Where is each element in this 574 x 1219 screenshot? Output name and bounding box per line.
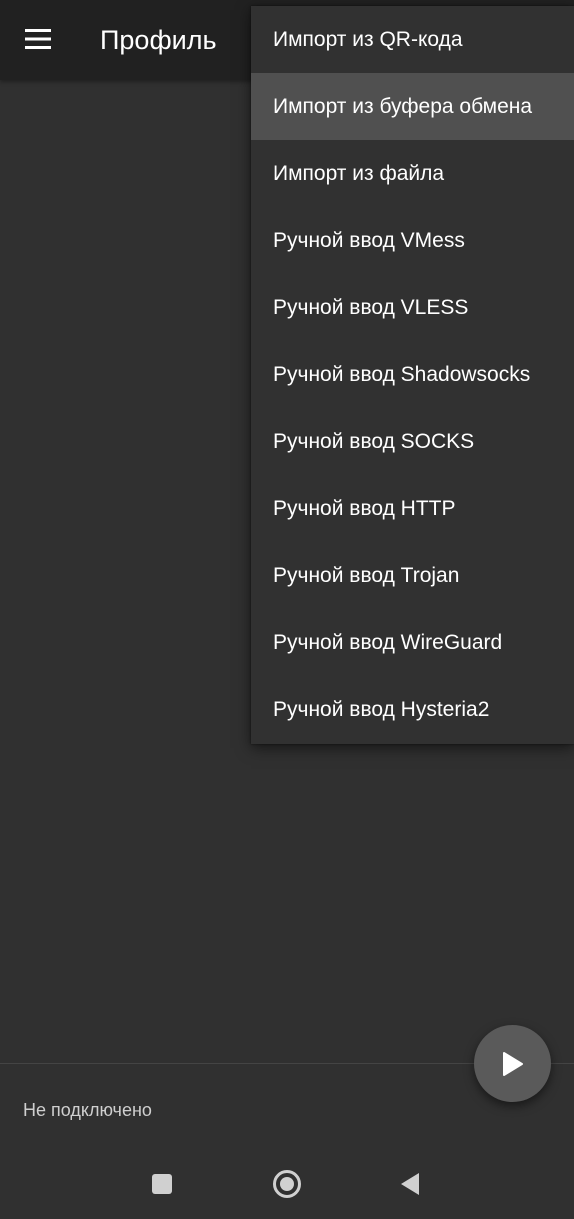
home-button[interactable] bbox=[269, 1166, 305, 1202]
system-nav-bar bbox=[0, 1150, 574, 1219]
menu-item-manual-wireguard[interactable]: Ручной ввод WireGuard bbox=[251, 609, 574, 676]
page-title: Профиль bbox=[100, 25, 217, 55]
menu-item-manual-trojan[interactable]: Ручной ввод Trojan bbox=[251, 542, 574, 609]
menu-item-manual-socks[interactable]: Ручной ввод SOCKS bbox=[251, 408, 574, 475]
menu-item-import-qr[interactable]: Импорт из QR-кода bbox=[251, 6, 574, 73]
hamburger-menu-button[interactable] bbox=[14, 14, 64, 64]
menu-item-import-file[interactable]: Импорт из файла bbox=[251, 140, 574, 207]
back-triangle-icon bbox=[401, 1173, 419, 1195]
back-button[interactable] bbox=[392, 1166, 428, 1202]
connection-status[interactable]: Не подключено bbox=[23, 1098, 152, 1122]
menu-item-manual-vless[interactable]: Ручной ввод VLESS bbox=[251, 274, 574, 341]
menu-item-manual-shadowsocks[interactable]: Ручной ввод Shadowsocks bbox=[251, 341, 574, 408]
recents-square-icon bbox=[152, 1174, 172, 1194]
hamburger-menu-icon bbox=[25, 29, 51, 49]
menu-item-manual-http[interactable]: Ручной ввод HTTP bbox=[251, 475, 574, 542]
connect-button[interactable] bbox=[474, 1025, 551, 1102]
play-icon bbox=[502, 1051, 523, 1076]
menu-item-manual-hysteria2[interactable]: Ручной ввод Hysteria2 bbox=[251, 676, 574, 743]
menu-item-manual-vmess[interactable]: Ручной ввод VMess bbox=[251, 207, 574, 274]
menu-item-import-clipboard[interactable]: Импорт из буфера обмена bbox=[251, 73, 574, 140]
screen: Профиль Импорт из QR-кода Импорт из буфе… bbox=[0, 0, 574, 1219]
add-profile-menu: Импорт из QR-кода Импорт из буфера обмен… bbox=[251, 6, 574, 744]
recents-button[interactable] bbox=[144, 1166, 180, 1202]
home-circle-icon bbox=[273, 1170, 301, 1198]
